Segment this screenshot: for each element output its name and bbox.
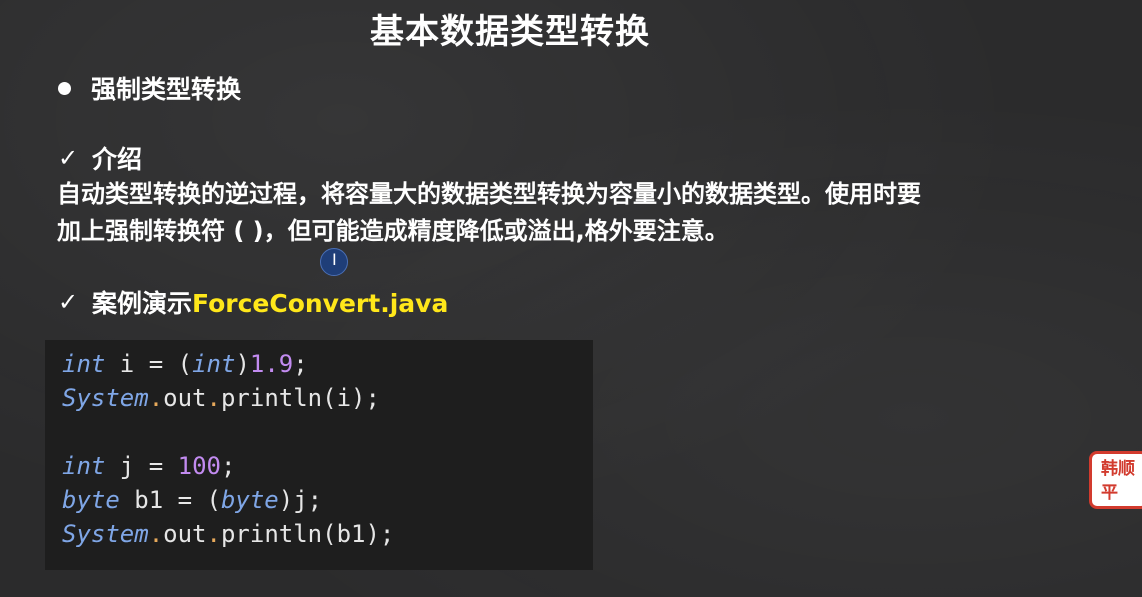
code-operator: = xyxy=(148,350,164,378)
code-operator: = xyxy=(148,452,164,480)
watermark-line-2: 教 育 xyxy=(1101,505,1142,506)
code-line-5: byte b1 = (byte)j; xyxy=(45,483,593,517)
intro-heading: 介绍 xyxy=(92,145,143,174)
code-dot: . xyxy=(206,520,221,548)
code-keyword: byte xyxy=(62,486,120,514)
text-cursor-icon: I xyxy=(332,250,337,269)
code-paren: ) xyxy=(235,350,250,378)
code-keyword: int xyxy=(192,350,236,378)
code-call: println(b1); xyxy=(220,520,395,548)
intro-line-1: 自动类型转换的逆过程，将容量大的数据类型转换为容量小的数据类型。使用时要 xyxy=(57,180,921,208)
checkmark-icon: ✓ xyxy=(58,144,79,172)
code-identifier: b1 xyxy=(119,486,178,514)
code-rest: )j; xyxy=(278,486,323,514)
code-paren: ( xyxy=(192,486,221,514)
intro-body: 自动类型转换的逆过程，将容量大的数据类型转换为容量小的数据类型。使用时要 加上强… xyxy=(57,176,1137,250)
checkmark-icon: ✓ xyxy=(58,288,79,316)
code-line-2: System.out.println(i); xyxy=(45,381,593,415)
code-dot: . xyxy=(148,384,164,412)
intro-line-2: 加上强制转换符 ( )，但可能造成精度降低或溢出,格外要注意。 xyxy=(57,217,729,245)
code-field: out xyxy=(163,384,207,412)
code-block: int i = (int)1.9; System.out.println(i);… xyxy=(45,340,593,570)
code-identifier: i xyxy=(105,350,149,378)
code-class: System xyxy=(62,384,149,412)
code-semicolon: ; xyxy=(220,452,236,480)
intro-heading-row: ✓ 介绍 xyxy=(58,140,142,176)
code-number: 100 xyxy=(177,452,221,480)
code-dot: . xyxy=(206,384,221,412)
code-number: 1.9 xyxy=(249,350,294,378)
example-heading-row: ✓ 案例演示ForceConvert.java xyxy=(58,284,448,320)
code-identifier: j xyxy=(105,452,149,480)
code-line-6: System.out.println(b1); xyxy=(45,517,593,551)
code-dot: . xyxy=(148,520,164,548)
code-keyword: int xyxy=(62,452,106,480)
code-call: println(i); xyxy=(220,384,380,412)
code-class: System xyxy=(62,520,149,548)
code-field: out xyxy=(163,520,207,548)
code-line-4: int j = 100; xyxy=(45,449,593,483)
slide-title: 基本数据类型转换 xyxy=(370,12,650,52)
code-paren: ( xyxy=(163,350,193,378)
code-semicolon: ; xyxy=(293,350,308,378)
section-heading-row: 强制类型转换 xyxy=(58,70,241,106)
watermark-line-1: 韩顺平 xyxy=(1101,459,1135,503)
example-heading: 案例演示ForceConvert.java xyxy=(92,284,448,320)
example-file-name: ForceConvert.java xyxy=(192,289,449,318)
section-heading: 强制类型转换 xyxy=(91,75,242,104)
code-keyword: int xyxy=(62,350,106,378)
code-line-1: int i = (int)1.9; xyxy=(45,347,593,381)
watermark-logo: 韩顺平 教 育 xyxy=(1089,451,1142,509)
code-keyword: byte xyxy=(220,486,279,514)
bullet-dot-icon xyxy=(58,81,71,95)
example-heading-prefix: 案例演示 xyxy=(92,289,193,318)
code-operator: = xyxy=(177,486,193,514)
